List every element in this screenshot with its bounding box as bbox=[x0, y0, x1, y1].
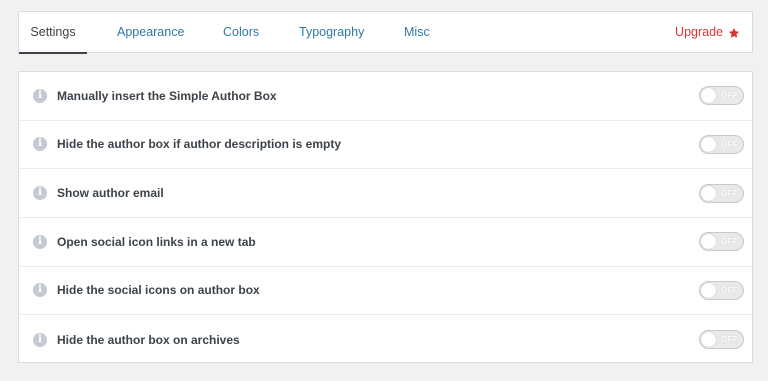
tab-settings[interactable]: Settings bbox=[19, 12, 87, 54]
setting-row-manual-insert: i Manually insert the Simple Author Box … bbox=[19, 72, 752, 121]
manual-insert-toggle[interactable]: OFF bbox=[699, 86, 744, 106]
star-icon bbox=[728, 27, 740, 38]
setting-row-show-email: i Show author email OFF bbox=[19, 169, 752, 218]
show-email-toggle[interactable]: OFF bbox=[699, 183, 744, 203]
setting-row-social-new-tab: i Open social icon links in a new tab OF… bbox=[19, 218, 752, 267]
settings-panel: i Manually insert the Simple Author Box … bbox=[18, 71, 753, 363]
hide-empty-description-toggle[interactable]: OFF bbox=[699, 134, 744, 154]
setting-label: Hide the author box on archives bbox=[57, 332, 240, 347]
toggle-knob bbox=[701, 136, 716, 152]
toggle-knob bbox=[701, 234, 716, 250]
active-tab-indicator bbox=[19, 52, 87, 54]
setting-row-hide-social-icons: i Hide the social icons on author box OF… bbox=[19, 267, 752, 316]
toggle-state: OFF bbox=[721, 237, 738, 247]
toggle-knob bbox=[701, 185, 716, 201]
toggle-knob bbox=[701, 282, 716, 298]
setting-row-hide-on-archives: i Hide the author box on archives OFF bbox=[19, 315, 752, 364]
hide-social-icons-toggle[interactable]: OFF bbox=[699, 280, 744, 300]
upgrade-label: Upgrade bbox=[675, 25, 723, 39]
tab-misc[interactable]: Misc bbox=[404, 12, 430, 53]
setting-label: Show author email bbox=[57, 186, 164, 201]
hide-on-archives-toggle[interactable]: OFF bbox=[699, 330, 744, 350]
tab-colors-label: Colors bbox=[223, 25, 260, 39]
tab-colors[interactable]: Colors bbox=[223, 12, 259, 53]
toggle-knob bbox=[701, 88, 716, 104]
toggle-knob bbox=[701, 332, 716, 348]
toggle-state: OFF bbox=[721, 188, 738, 198]
setting-label: Hide the author box if author descriptio… bbox=[57, 137, 342, 152]
tab-settings-label: Settings bbox=[30, 25, 76, 39]
tab-appearance-label: Appearance bbox=[117, 25, 185, 39]
info-icon[interactable]: i bbox=[33, 332, 47, 347]
setting-label: Hide the social icons on author box bbox=[57, 283, 260, 298]
info-icon[interactable]: i bbox=[33, 234, 47, 249]
setting-label: Open social icon links in a new tab bbox=[57, 234, 256, 249]
info-icon[interactable]: i bbox=[33, 283, 47, 298]
settings-tab-bar: Settings Appearance Colors Typography Mi… bbox=[18, 11, 753, 54]
info-icon[interactable]: i bbox=[33, 88, 47, 103]
social-new-tab-toggle[interactable]: OFF bbox=[699, 232, 744, 252]
toggle-state: OFF bbox=[721, 335, 738, 345]
tab-appearance[interactable]: Appearance bbox=[117, 12, 184, 53]
tab-typography-label: Typography bbox=[299, 25, 365, 39]
toggle-state: OFF bbox=[721, 139, 738, 149]
tab-misc-label: Misc bbox=[404, 25, 430, 39]
tab-typography[interactable]: Typography bbox=[299, 12, 364, 53]
upgrade-link[interactable]: Upgrade bbox=[675, 12, 740, 53]
info-icon[interactable]: i bbox=[33, 137, 47, 152]
toggle-state: OFF bbox=[721, 91, 738, 101]
info-icon[interactable]: i bbox=[33, 186, 47, 201]
setting-label: Manually insert the Simple Author Box bbox=[57, 88, 277, 103]
setting-row-hide-empty-description: i Hide the author box if author descript… bbox=[19, 121, 752, 170]
toggle-state: OFF bbox=[721, 285, 738, 295]
